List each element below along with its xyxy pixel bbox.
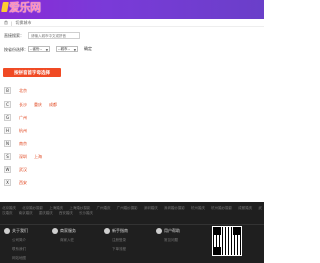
chevron-down-icon: ▼ [73, 48, 76, 52]
footer-column-title: 用户帮助 [164, 228, 180, 233]
city-select[interactable]: --城市-- ▼ [56, 46, 78, 52]
city-link-chengdu[interactable]: 成都 [49, 102, 57, 108]
footer-link[interactable]: 成都婚庆 [238, 206, 252, 210]
pinyin-select-banner: 按拼音首字母选择 [3, 68, 61, 77]
letter-c: C [4, 101, 11, 108]
city-link-wuhan[interactable]: 武汉 [19, 167, 27, 173]
footer-column-link[interactable]: 网站地图 [12, 256, 28, 261]
footer-column-title: 关于我们 [12, 228, 28, 233]
city-link-guangzhou[interactable]: 广州 [19, 115, 27, 121]
letter-s: S [4, 153, 11, 160]
city-link-nanjing[interactable]: 南京 [19, 141, 27, 147]
footer-link[interactable]: 北京婚庆 [2, 206, 16, 210]
qr-code-image [212, 226, 242, 256]
province-select[interactable]: --省份-- ▼ [28, 46, 50, 52]
city-link-shanghai[interactable]: 上海 [34, 154, 42, 160]
letter-b: B [4, 87, 11, 94]
help-icon [156, 228, 162, 234]
footer-link[interactable]: 深圳婚庆 [144, 206, 158, 210]
footer-divider [0, 224, 264, 225]
city-select-value: --城市-- [58, 46, 71, 51]
footer-column-help: 用户帮助 常见问题 [156, 228, 180, 243]
footer-column-link[interactable]: 公司简介 [12, 238, 28, 243]
footer-link[interactable]: 西安婚庆 [59, 211, 73, 215]
footer-link[interactable]: 重庆婚庆 [39, 211, 53, 215]
footer-column-about: 关于我们 公司简介 联系我们 网站地图 [4, 228, 28, 261]
city-link-changsha[interactable]: 长沙 [19, 102, 27, 108]
shop-icon [52, 228, 58, 234]
footer-link[interactable]: 广州婚庆 [97, 206, 111, 210]
province-select-value: --省份-- [30, 46, 43, 51]
province-select-label: 按省份选择： [4, 47, 28, 52]
footer-link[interactable]: 深圳婚纱摄影 [164, 206, 185, 210]
footer-column-link[interactable]: 联系我们 [12, 247, 28, 252]
logo-mark-icon [1, 2, 9, 12]
chevron-down-icon: ▼ [45, 48, 48, 52]
footer-column-link[interactable]: 注册登录 [112, 238, 128, 243]
site-logo[interactable]: 爱乐网 [1, 1, 41, 14]
letter-g: G [4, 114, 11, 121]
top-header: 爱乐网 [0, 0, 264, 19]
letter-x: X [4, 179, 11, 186]
letter-n: N [4, 140, 11, 147]
logo-text: 爱乐网 [9, 1, 41, 14]
footer-column-guide: 新手指南 注册登录 下单流程 [104, 228, 128, 252]
guide-icon [104, 228, 110, 234]
city-link-shenzhen[interactable]: 深圳 [19, 154, 27, 160]
city-link-beijing[interactable]: 北京 [19, 88, 27, 94]
search-label: 直接搜索： [4, 33, 24, 38]
city-link-xian[interactable]: 西安 [19, 180, 27, 186]
city-search-input[interactable] [28, 32, 80, 39]
footer-link[interactable]: 南京婚庆 [19, 211, 33, 215]
city-link-chongqing[interactable]: 重庆 [34, 102, 42, 108]
letter-w: W [4, 166, 11, 173]
footer-column-link[interactable]: 常见问题 [164, 238, 180, 243]
breadcrumb-separator: | [11, 20, 13, 26]
footer-column-merchant: 商家服务 商家入驻 [52, 228, 76, 243]
footer-link[interactable]: 杭州婚纱摄影 [211, 206, 232, 210]
footer-link[interactable]: 北京婚纱摄影 [22, 206, 43, 210]
breadcrumb-divider [0, 26, 264, 27]
footer-link[interactable]: 上海婚庆 [49, 206, 63, 210]
footer-column-link[interactable]: 商家入驻 [60, 238, 76, 243]
qr-code-icon [213, 227, 241, 255]
footer-column-title: 商家服务 [60, 228, 76, 233]
footer-column-link[interactable]: 下单流程 [112, 247, 128, 252]
footer-link[interactable]: 长沙婚庆 [79, 211, 93, 215]
confirm-button[interactable]: 确定 [84, 46, 92, 52]
footer-link[interactable]: 广州婚纱摄影 [117, 206, 138, 210]
footer-link[interactable]: 杭州婚庆 [191, 206, 205, 210]
city-link-hangzhou[interactable]: 杭州 [19, 128, 27, 134]
letter-h: H [4, 127, 11, 134]
footer-link-list: 北京婚庆 北京婚纱摄影 上海婚庆 上海婚纱摄影 广州婚庆 广州婚纱摄影 深圳婚庆… [0, 206, 264, 216]
footer-link[interactable]: 上海婚纱摄影 [69, 206, 90, 210]
info-icon [4, 228, 10, 234]
footer-column-title: 新手指南 [112, 228, 128, 233]
